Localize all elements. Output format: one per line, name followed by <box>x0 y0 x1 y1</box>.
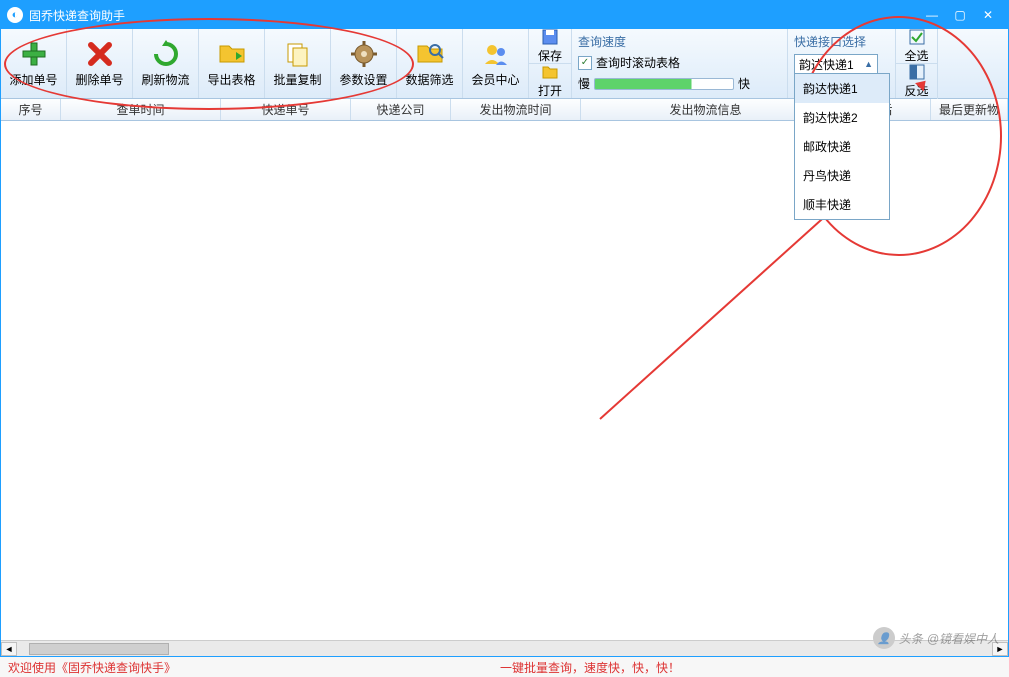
fast-label: 快 <box>738 75 750 92</box>
scroll-thumb[interactable] <box>29 643 169 655</box>
selectall-label: 全选 <box>904 47 928 64</box>
speed-group: 查询速度 ✓ 查询时滚动表格 慢 快 <box>572 29 788 98</box>
col-querytime[interactable]: 查单时间 <box>61 99 221 120</box>
save-button[interactable]: 保存 <box>529 29 571 64</box>
invert-label: 反选 <box>904 82 928 99</box>
interface-group: 快递接口选择 韵达快递1 ▲ 韵达快递1 韵达快递2 邮政快递 丹鸟快递 顺丰快… <box>788 29 896 98</box>
maximize-button[interactable]: ▢ <box>946 5 974 25</box>
interface-option[interactable]: 丹鸟快递 <box>795 161 889 190</box>
col-idx[interactable]: 序号 <box>1 99 61 120</box>
selectall-button[interactable]: 全选 <box>896 29 938 64</box>
params-label: 参数设置 <box>339 71 387 88</box>
interface-option[interactable]: 韵达快递1 <box>795 74 889 103</box>
refresh-button[interactable]: 刷新物流 <box>133 29 199 98</box>
slow-label: 慢 <box>578 75 590 92</box>
title-bar: ◐ 固乔快递查询助手 — ▢ ✕ <box>1 1 1008 29</box>
interface-title: 快递接口选择 <box>794 33 889 50</box>
folder-export-icon <box>217 39 247 69</box>
export-button[interactable]: 导出表格 <box>199 29 265 98</box>
open-icon <box>542 64 558 80</box>
scroll-label: 查询时滚动表格 <box>596 54 680 71</box>
app-icon: ◐ <box>7 7 23 23</box>
interface-dropdown: 韵达快递1 韵达快递2 邮政快递 丹鸟快递 顺丰快递 <box>794 73 890 220</box>
main-toolbar: 添加单号 删除单号 刷新物流 导出表格 批量复制 参数设置 数据筛选 会员中心 <box>1 29 1008 99</box>
disk-icon <box>542 29 558 45</box>
horizontal-scrollbar[interactable]: ◄ ► <box>1 640 1008 656</box>
delete-label: 删除单号 <box>75 71 123 88</box>
col-trackno[interactable]: 快递单号 <box>221 99 351 120</box>
add-label: 添加单号 <box>9 71 57 88</box>
status-welcome: 欢迎使用《固乔快递查询快手》 <box>8 659 176 676</box>
batchcopy-button[interactable]: 批量复制 <box>265 29 331 98</box>
speed-title: 查询速度 <box>578 33 781 50</box>
gear-icon <box>349 39 379 69</box>
member-button[interactable]: 会员中心 <box>463 29 529 98</box>
member-label: 会员中心 <box>471 71 519 88</box>
minimize-button[interactable]: — <box>918 5 946 25</box>
window-title: 固乔快递查询助手 <box>29 7 918 24</box>
params-button[interactable]: 参数设置 <box>331 29 397 98</box>
refresh-icon <box>151 39 181 69</box>
export-label: 导出表格 <box>207 71 255 88</box>
x-icon <box>85 39 115 69</box>
invert-icon <box>909 64 925 80</box>
add-button[interactable]: 添加单号 <box>1 29 67 98</box>
col-shiptime[interactable]: 发出物流时间 <box>451 99 581 120</box>
filter-icon <box>415 39 445 69</box>
refresh-label: 刷新物流 <box>141 71 189 88</box>
col-lastinfo[interactable]: 最后更新物 <box>931 99 1008 120</box>
copy-icon <box>283 39 313 69</box>
scroll-right-icon[interactable]: ► <box>992 642 1008 656</box>
open-button[interactable]: 打开 <box>529 64 571 99</box>
close-button[interactable]: ✕ <box>974 5 1002 25</box>
save-label: 保存 <box>538 47 562 64</box>
interface-option[interactable]: 韵达快递2 <box>795 103 889 132</box>
interface-selected: 韵达快递1 <box>799 56 854 73</box>
users-icon <box>481 39 511 69</box>
status-bar: 欢迎使用《固乔快递查询快手》 一键批量查询，速度快，快，快！ <box>0 657 1009 677</box>
filter-label: 数据筛选 <box>405 71 453 88</box>
interface-option[interactable]: 邮政快递 <box>795 132 889 161</box>
scroll-checkbox[interactable]: ✓ <box>578 56 592 70</box>
invert-button[interactable]: 反选 <box>896 64 938 99</box>
scroll-left-icon[interactable]: ◄ <box>1 642 17 656</box>
speed-slider[interactable] <box>594 78 734 90</box>
status-tagline: 一键批量查询，速度快，快，快！ <box>500 659 680 676</box>
col-company[interactable]: 快递公司 <box>351 99 451 120</box>
chevron-down-icon: ▲ <box>864 59 873 69</box>
interface-combo[interactable]: 韵达快递1 ▲ <box>794 54 878 74</box>
batchcopy-label: 批量复制 <box>273 71 321 88</box>
interface-option[interactable]: 顺丰快递 <box>795 190 889 219</box>
plus-icon <box>19 39 49 69</box>
delete-button[interactable]: 删除单号 <box>67 29 133 98</box>
open-label: 打开 <box>538 82 562 99</box>
filter-button[interactable]: 数据筛选 <box>397 29 463 98</box>
selectall-icon <box>909 29 925 45</box>
